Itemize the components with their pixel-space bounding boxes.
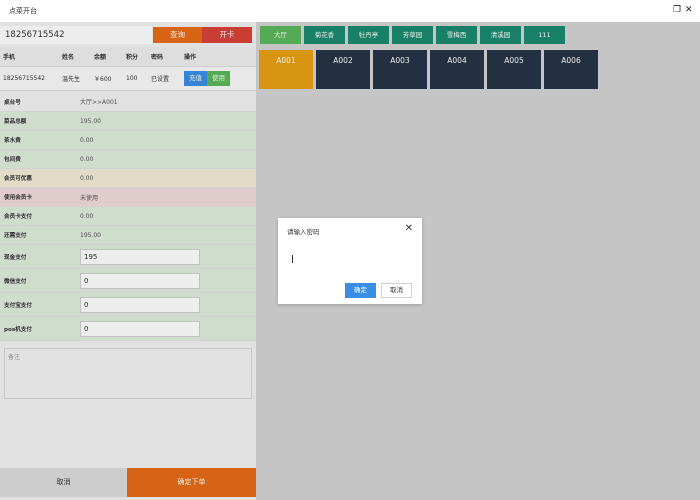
restore-icon[interactable]: ❐: [673, 5, 681, 15]
password-input[interactable]: [292, 255, 293, 263]
dialog-title: 请输入密码: [287, 228, 320, 236]
title-bar: 点菜开台 ❐ ✕: [0, 0, 700, 22]
password-dialog: 请输入密码 ✕ 确定 取消: [278, 218, 422, 304]
window-title: 点菜开台: [9, 7, 37, 15]
dialog-cancel-button[interactable]: 取消: [381, 283, 412, 298]
close-icon[interactable]: ✕: [405, 223, 413, 234]
close-icon[interactable]: ✕: [685, 5, 693, 15]
dialog-ok-button[interactable]: 确定: [345, 283, 376, 298]
